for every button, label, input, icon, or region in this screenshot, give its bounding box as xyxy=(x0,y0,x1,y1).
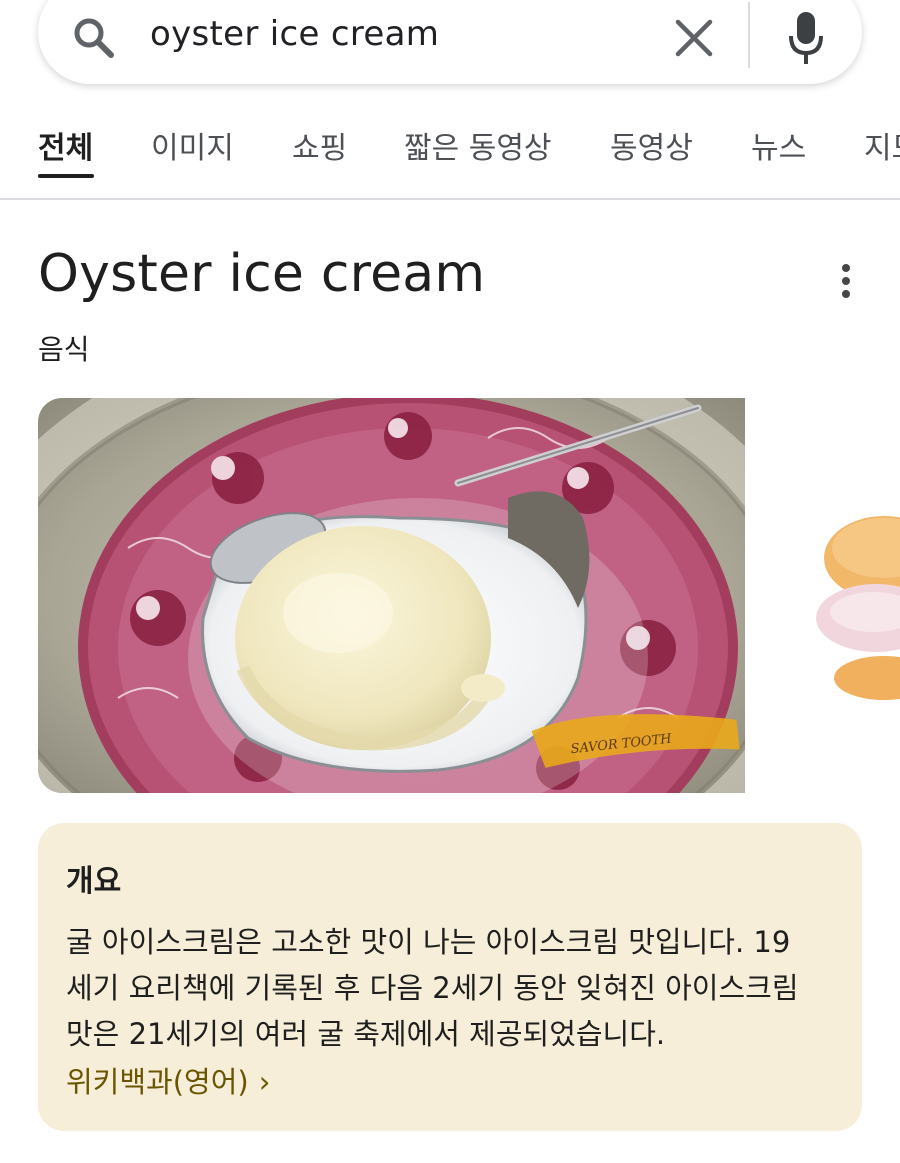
oyster-ice-cream-illustration: SAVOR TOOTH xyxy=(38,398,745,793)
overview-line: 맛은 21세기의 여러 굴 축제에서 제공되었습니다. xyxy=(66,1017,666,1051)
search-icon[interactable] xyxy=(72,16,116,60)
oyster-ice-cream-image[interactable]: SAVOR TOOTH xyxy=(38,398,745,793)
overview-card: 개요 굴 아이스크림은 고소한 맛이 나는 아이스크림 맛입니다. 19 세기 … xyxy=(38,823,862,1131)
search-results-page: oyster ice cream 전체 이미지 쇼핑 짧은 동영상 동영상 뉴스… xyxy=(0,0,900,1163)
tab-short-videos[interactable]: 짧은 동영상 xyxy=(404,123,552,167)
tab-shopping[interactable]: 쇼핑 xyxy=(292,123,347,167)
search-bar[interactable]: oyster ice cream xyxy=(38,0,862,84)
tab-all[interactable]: 전체 xyxy=(38,123,93,167)
next-image-thumbnail[interactable] xyxy=(754,398,900,793)
mic-icon[interactable] xyxy=(788,10,824,66)
chevron-right-icon: › xyxy=(258,1065,271,1099)
search-divider xyxy=(748,2,750,68)
overview-heading: 개요 xyxy=(66,864,122,899)
active-tab-indicator xyxy=(38,174,94,178)
overview-description: 굴 아이스크림은 고소한 맛이 나는 아이스크림 맛입니다. 19 세기 요리책… xyxy=(66,919,846,1057)
macaron-illustration xyxy=(754,398,900,793)
more-vert-icon[interactable] xyxy=(832,262,860,302)
search-input[interactable]: oyster ice cream xyxy=(150,14,439,54)
entity-title: Oyster ice cream xyxy=(38,244,486,304)
tab-maps[interactable]: 지도 xyxy=(864,123,900,167)
tab-news[interactable]: 뉴스 xyxy=(751,123,806,167)
search-tabs: 전체 이미지 쇼핑 짧은 동영상 동영상 뉴스 지도 xyxy=(0,120,900,200)
overview-line: 굴 아이스크림은 고소한 맛이 나는 아이스크림 맛입니다. 19 xyxy=(66,925,791,959)
overview-line: 세기 요리책에 기록된 후 다음 2세기 동안 잊혀진 아이스크림 xyxy=(66,971,799,1005)
close-icon[interactable] xyxy=(674,18,714,58)
tab-videos[interactable]: 동영상 xyxy=(610,123,693,167)
tabs-divider xyxy=(0,198,900,200)
tab-images[interactable]: 이미지 xyxy=(151,123,234,167)
wikipedia-source-link[interactable]: 위키백과(영어) › xyxy=(66,1059,270,1101)
source-link-label: 위키백과(영어) xyxy=(66,1065,249,1099)
entity-subtitle: 음식 xyxy=(38,333,90,366)
